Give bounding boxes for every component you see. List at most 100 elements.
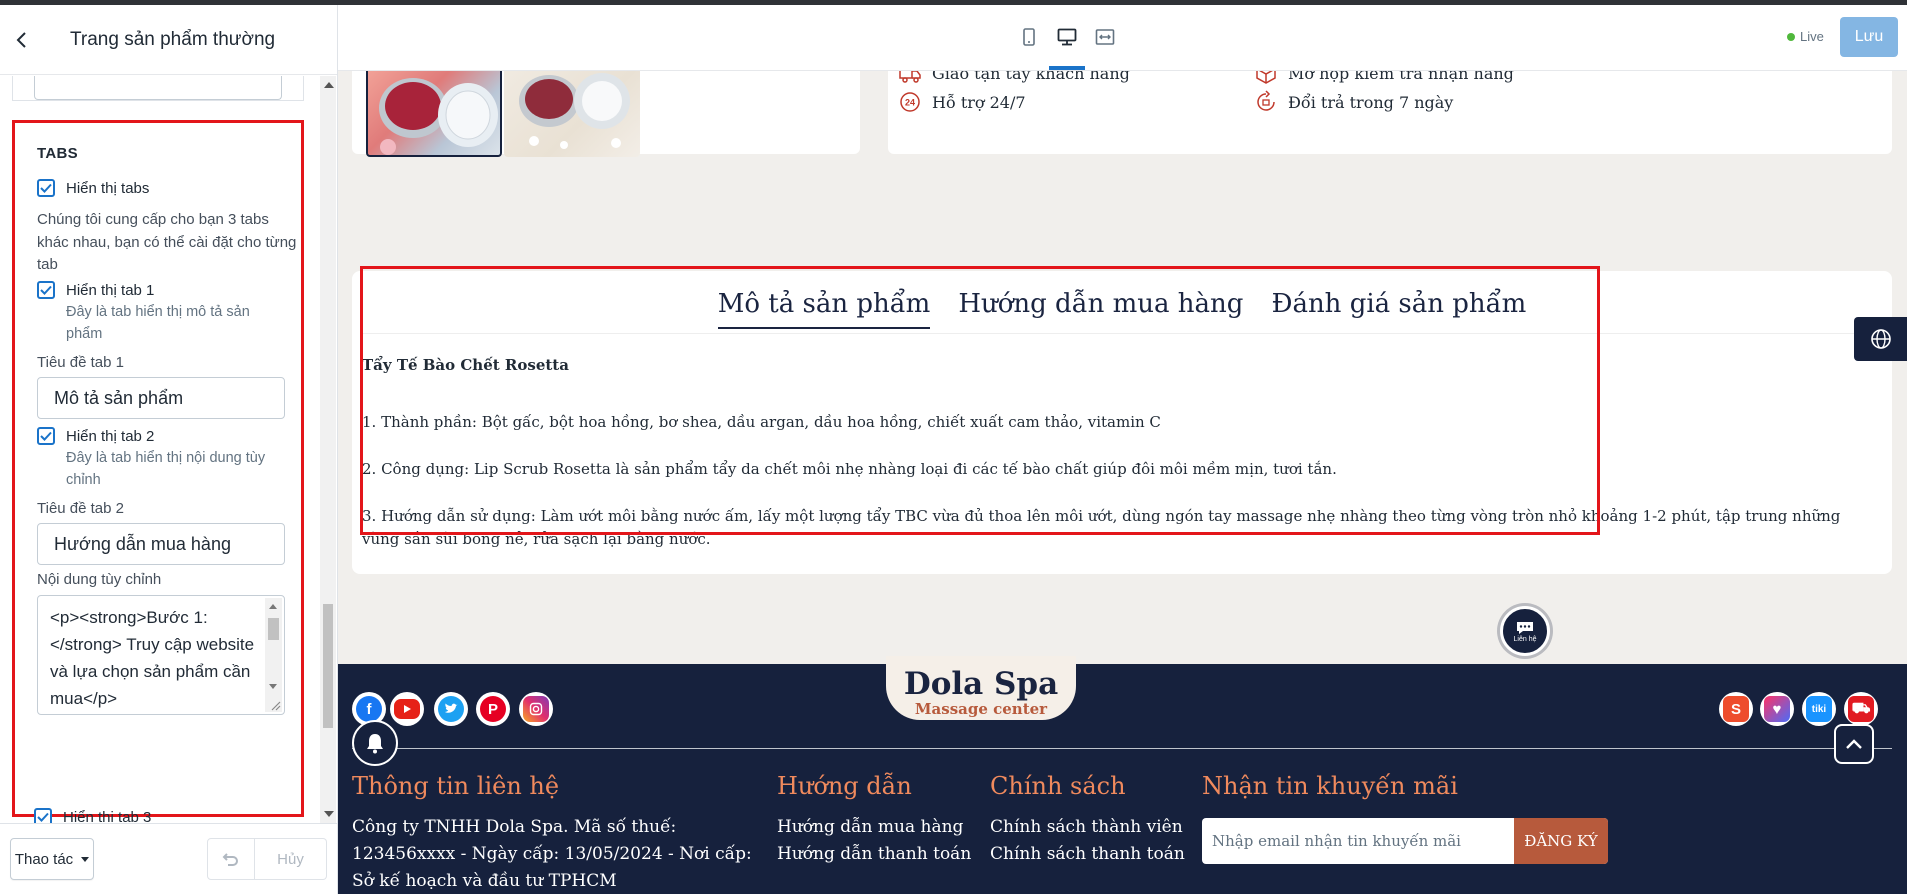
newsletter-email-input[interactable]: Nhập email nhận tin khuyến mãi — [1202, 818, 1514, 864]
checkbox-checked-icon[interactable] — [37, 179, 55, 197]
scroll-thumb[interactable] — [323, 604, 333, 728]
shopee-link[interactable]: S — [1719, 692, 1753, 726]
contact-float-label: Liên hệ — [1513, 635, 1537, 643]
product-thumbnail[interactable] — [366, 71, 502, 157]
product-image — [379, 78, 498, 155]
undo-button[interactable] — [207, 838, 255, 880]
logo-subtitle: Massage center — [914, 700, 1048, 718]
footer-logo[interactable]: Dola Spa Massage center — [886, 656, 1076, 720]
textarea-value: <p><strong>Bước 1:</strong> Truy cập web… — [50, 608, 255, 708]
policy-heading: Chính sách — [990, 772, 1126, 800]
checkbox-checked-icon[interactable] — [37, 281, 55, 299]
checkbox-checked-icon[interactable] — [37, 427, 55, 445]
textarea-scrollbar[interactable] — [265, 598, 282, 712]
tab1-title-label: Tiêu đề tab 1 — [37, 354, 125, 371]
twitter-link[interactable] — [434, 692, 468, 726]
back-button[interactable] — [0, 5, 44, 75]
product-tab-bar: Mô tả sản phẩm Hướng dẫn mua hàng Đánh g… — [352, 289, 1892, 329]
contact-float-button[interactable]: Liên hệ — [1500, 606, 1550, 656]
tab-content: Tẩy Tế Bào Chết Rosetta 1. Thành phần: B… — [362, 354, 1882, 575]
save-button[interactable]: Lưu — [1840, 17, 1898, 57]
guide-heading: Hướng dẫn — [777, 772, 912, 800]
tab-description[interactable]: Mô tả sản phẩm — [717, 289, 930, 329]
sendo-link[interactable]: ⛟ — [1844, 692, 1878, 726]
box-icon — [1256, 71, 1276, 84]
scroll-down-arrow-icon[interactable] — [324, 811, 334, 817]
sendo-icon: ⛟ — [1848, 696, 1874, 722]
live-status: Live — [1787, 29, 1824, 44]
previous-input[interactable] — [34, 76, 282, 100]
checkbox-checked-icon[interactable] — [34, 808, 52, 823]
guide-link[interactable]: Hướng dẫn thanh toán — [777, 841, 971, 868]
product-tabs-card: Mô tả sản phẩm Hướng dẫn mua hàng Đánh g… — [352, 271, 1892, 574]
show-tab2-checkbox[interactable]: Hiển thị tab 2 — [37, 427, 154, 445]
tab-buying-guide[interactable]: Hướng dẫn mua hàng — [958, 289, 1243, 327]
instagram-link[interactable] — [519, 692, 553, 726]
content-paragraph: 3. Hướng dẫn sử dụng: Làm ướt môi bằng n… — [362, 507, 1841, 548]
actions-dropdown-button[interactable]: Thao tác — [10, 838, 94, 880]
policy-link[interactable]: Chính sách thanh toán — [990, 841, 1185, 868]
previous-section-border — [12, 76, 13, 101]
custom-content-textarea[interactable]: <p><strong>Bước 1:</strong> Truy cập web… — [37, 595, 285, 715]
preview-toolbar: Live Lưu — [338, 5, 1907, 71]
previous-section-border — [303, 76, 304, 101]
youtube-link[interactable] — [390, 692, 424, 726]
scroll-up-arrow-icon[interactable] — [269, 604, 277, 609]
guide-link[interactable]: Hướng dẫn mua hàng — [777, 814, 963, 841]
mobile-icon — [1023, 28, 1035, 46]
newsletter-form: Nhập email nhận tin khuyến mãi ĐĂNG KÝ — [1202, 818, 1608, 864]
tab1-title-input[interactable]: Mô tả sản phẩm — [37, 377, 285, 419]
resize-grip-icon[interactable] — [269, 699, 281, 711]
return-icon — [1257, 90, 1275, 111]
panel-header: Trang sản phẩm thường — [0, 5, 337, 75]
policy-link[interactable]: Chính sách thành viên — [990, 814, 1183, 841]
show-tab3-checkbox[interactable]: Hiển thị tab 3 — [34, 808, 151, 823]
section-title: TABS — [37, 145, 78, 162]
tiki-link[interactable]: tiki — [1802, 692, 1836, 726]
back-to-top-button[interactable] — [1834, 724, 1874, 764]
preview-canvas: Giao tận tay khách hàng Mở hộp kiểm tra … — [338, 71, 1907, 894]
lazada-link[interactable]: ♥ — [1760, 692, 1794, 726]
panel-scrollbar[interactable] — [320, 76, 336, 823]
divider — [12, 100, 304, 101]
svg-text:24: 24 — [905, 98, 915, 108]
custom-content-label: Nội dung tùy chỉnh — [37, 571, 162, 588]
scroll-up-arrow-icon[interactable] — [324, 82, 334, 88]
live-label: Live — [1800, 29, 1824, 44]
youtube-icon — [394, 699, 420, 719]
support-24-icon: 24 — [900, 92, 920, 112]
content-paragraph: 1. Thành phần: Bột gấc, bột hoa hồng, bơ… — [362, 413, 1161, 431]
pinterest-link[interactable]: P — [476, 692, 510, 726]
fullwidth-view-button[interactable] — [1091, 23, 1119, 51]
tab2-title-input[interactable]: Hướng dẫn mua hàng — [37, 523, 285, 565]
product-thumbnail[interactable] — [504, 71, 640, 157]
tiki-icon: tiki — [1806, 696, 1832, 722]
desktop-icon — [1057, 28, 1077, 46]
active-device-indicator — [1049, 66, 1085, 70]
service-item: Mở hộp kiểm tra nhận hàng — [1254, 71, 1514, 85]
scroll-thumb[interactable] — [268, 618, 279, 640]
mobile-view-button[interactable] — [1015, 23, 1043, 51]
scroll-down-arrow-icon[interactable] — [269, 684, 277, 689]
tab2-help-text: Đây là tab hiển thị nội dung tùy chỉnh — [66, 450, 266, 488]
instagram-icon — [523, 696, 549, 722]
checkbox-label: Hiển thị tabs — [66, 179, 150, 197]
tab1-help-text: Đây là tab hiển thị mô tả sản phẩm — [66, 304, 250, 342]
service-item: Giao tận tay khách hàng — [898, 71, 1130, 85]
notification-button[interactable] — [352, 720, 398, 766]
checkbox-label: Hiển thị tab 2 — [66, 427, 155, 445]
desktop-view-button[interactable] — [1053, 23, 1081, 51]
show-tabs-checkbox[interactable]: Hiển thị tabs — [37, 179, 149, 197]
show-tab1-checkbox[interactable]: Hiển thị tab 1 — [37, 281, 154, 299]
chat-icon — [1517, 621, 1533, 634]
tab2-title-label: Tiêu đề tab 2 — [37, 500, 125, 517]
language-button[interactable] — [1854, 317, 1907, 361]
editor-panel: Trang sản phẩm thường TABS Hiển thị tabs… — [0, 5, 338, 894]
footer-divider — [352, 748, 1892, 749]
chevron-left-icon — [16, 31, 26, 48]
service-item: 24 Hỗ trợ 24/7 — [898, 90, 1026, 114]
cancel-button[interactable]: Hủy — [255, 838, 327, 880]
caret-down-icon — [81, 856, 90, 862]
newsletter-subscribe-button[interactable]: ĐĂNG KÝ — [1514, 818, 1608, 864]
tab-reviews[interactable]: Đánh giá sản phẩm — [1271, 289, 1526, 327]
